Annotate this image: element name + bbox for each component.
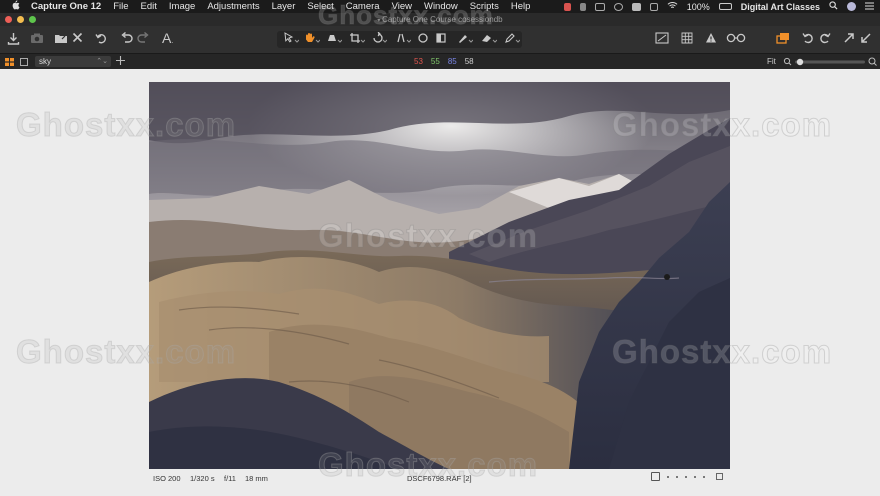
- select-checkbox[interactable]: [651, 472, 660, 481]
- menu-edit[interactable]: Edit: [141, 1, 157, 12]
- add-layer-icon[interactable]: [116, 56, 125, 68]
- menu-select[interactable]: Select: [307, 1, 333, 12]
- rotate-icon[interactable]: [371, 32, 387, 46]
- menu-app[interactable]: Capture One 12: [31, 1, 101, 12]
- airplay-icon[interactable]: [649, 2, 658, 11]
- collapse-icon[interactable]: [860, 32, 872, 46]
- eraser-icon[interactable]: [481, 32, 497, 46]
- menu-window[interactable]: Window: [424, 1, 458, 12]
- text-icon[interactable]: A.: [162, 31, 173, 45]
- circle-icon[interactable]: [417, 32, 429, 46]
- loupe-icon[interactable]: [726, 32, 746, 46]
- keystone-icon[interactable]: [395, 32, 411, 46]
- main-toolbar: A.: [0, 26, 880, 53]
- shutter-value: 1/320 s: [190, 474, 215, 483]
- rotate-left-icon[interactable]: [802, 32, 814, 46]
- redo-icon[interactable]: [137, 32, 150, 46]
- color-tag-icon[interactable]: [716, 473, 723, 480]
- rating-dot-2[interactable]: [676, 475, 678, 478]
- crop-icon[interactable]: [349, 32, 365, 46]
- mac-menubar: Capture One 12 File Edit Image Adjustmen…: [0, 0, 880, 13]
- aperture-value: f/11: [224, 474, 236, 483]
- red-value: 53: [414, 57, 423, 66]
- list-icon[interactable]: [865, 2, 874, 12]
- rating-dot-4[interactable]: [694, 475, 696, 478]
- menu-file[interactable]: File: [113, 1, 128, 12]
- rating-dot-5[interactable]: [703, 475, 705, 478]
- menu-scripts[interactable]: Scripts: [470, 1, 499, 12]
- compare-icon[interactable]: [655, 32, 669, 46]
- account-name[interactable]: Digital Art Classes: [741, 2, 820, 12]
- layer-select[interactable]: sky ⌃⌄: [35, 56, 111, 67]
- main-photo[interactable]: [149, 82, 730, 469]
- grid-icon[interactable]: [681, 32, 693, 46]
- rating-controls: [651, 472, 723, 481]
- single-view-icon[interactable]: [20, 58, 28, 66]
- battery-icon[interactable]: [718, 3, 732, 10]
- rotate-right-icon[interactable]: [819, 32, 831, 46]
- menu-image[interactable]: Image: [169, 1, 195, 12]
- camera-icon[interactable]: [30, 32, 44, 46]
- undo-icon[interactable]: [120, 32, 133, 46]
- wifi-icon[interactable]: [667, 1, 678, 12]
- user-icon[interactable]: [847, 2, 856, 11]
- iso-value: ISO 200: [153, 474, 181, 483]
- filename-label: DSCF6798.RAF [2]: [407, 474, 472, 483]
- layer-select-value: sky: [39, 57, 51, 66]
- window-title-text: Capture One Course cosessiondb: [382, 15, 503, 24]
- window-title: ▾ Capture One Course cosessiondb: [0, 15, 880, 24]
- gradient-icon[interactable]: [435, 32, 447, 46]
- chevron-updown-icon: ⌃⌄: [96, 58, 108, 65]
- zoom-fit-label[interactable]: Fit: [767, 57, 776, 66]
- zoom-slider[interactable]: [783, 57, 878, 67]
- reset-icon[interactable]: [95, 32, 107, 46]
- menu-help[interactable]: Help: [511, 1, 531, 12]
- cursor-tool-icon[interactable]: [283, 32, 299, 46]
- menu-camera[interactable]: Camera: [346, 1, 380, 12]
- rating-dot-1[interactable]: [667, 475, 669, 478]
- browser-grid-icon[interactable]: [5, 58, 14, 66]
- status-area: 100% Digital Art Classes: [563, 0, 874, 13]
- record-icon[interactable]: [563, 2, 571, 11]
- rgb-readout: 53 55 85 58: [414, 57, 474, 66]
- battery-percent: 100%: [686, 1, 710, 12]
- menu-adjustments[interactable]: Adjustments: [207, 1, 259, 12]
- status-icon[interactable]: [579, 2, 586, 11]
- viewer-subbar: sky ⌃⌄ 53 55 85 58 Fit: [0, 53, 880, 69]
- menu-layer[interactable]: Layer: [272, 1, 296, 12]
- focal-length-value: 18 mm: [245, 474, 268, 483]
- hand-pan-icon[interactable]: [303, 32, 320, 46]
- pen-icon[interactable]: [504, 32, 520, 46]
- green-value: 55: [430, 57, 440, 66]
- delete-icon[interactable]: [72, 32, 83, 46]
- layers-icon[interactable]: [776, 32, 791, 46]
- sync-icon[interactable]: [613, 2, 623, 11]
- luma-value: 58: [464, 57, 474, 66]
- warning-icon[interactable]: [705, 32, 717, 46]
- rating-dot-3[interactable]: [685, 475, 687, 478]
- window-titlebar: ▾ Capture One Course cosessiondb: [0, 13, 880, 26]
- blue-value: 85: [447, 57, 457, 66]
- display-icon[interactable]: [594, 2, 605, 11]
- export-icon[interactable]: [54, 32, 68, 46]
- search-icon[interactable]: [829, 1, 838, 12]
- dropbox-icon[interactable]: [631, 2, 641, 11]
- brush-icon[interactable]: [457, 32, 473, 46]
- menu-view[interactable]: View: [392, 1, 412, 12]
- apple-icon[interactable]: [11, 0, 23, 13]
- import-icon[interactable]: [7, 32, 20, 46]
- expand-icon[interactable]: [843, 32, 855, 46]
- layer-tool-icon[interactable]: [326, 32, 342, 46]
